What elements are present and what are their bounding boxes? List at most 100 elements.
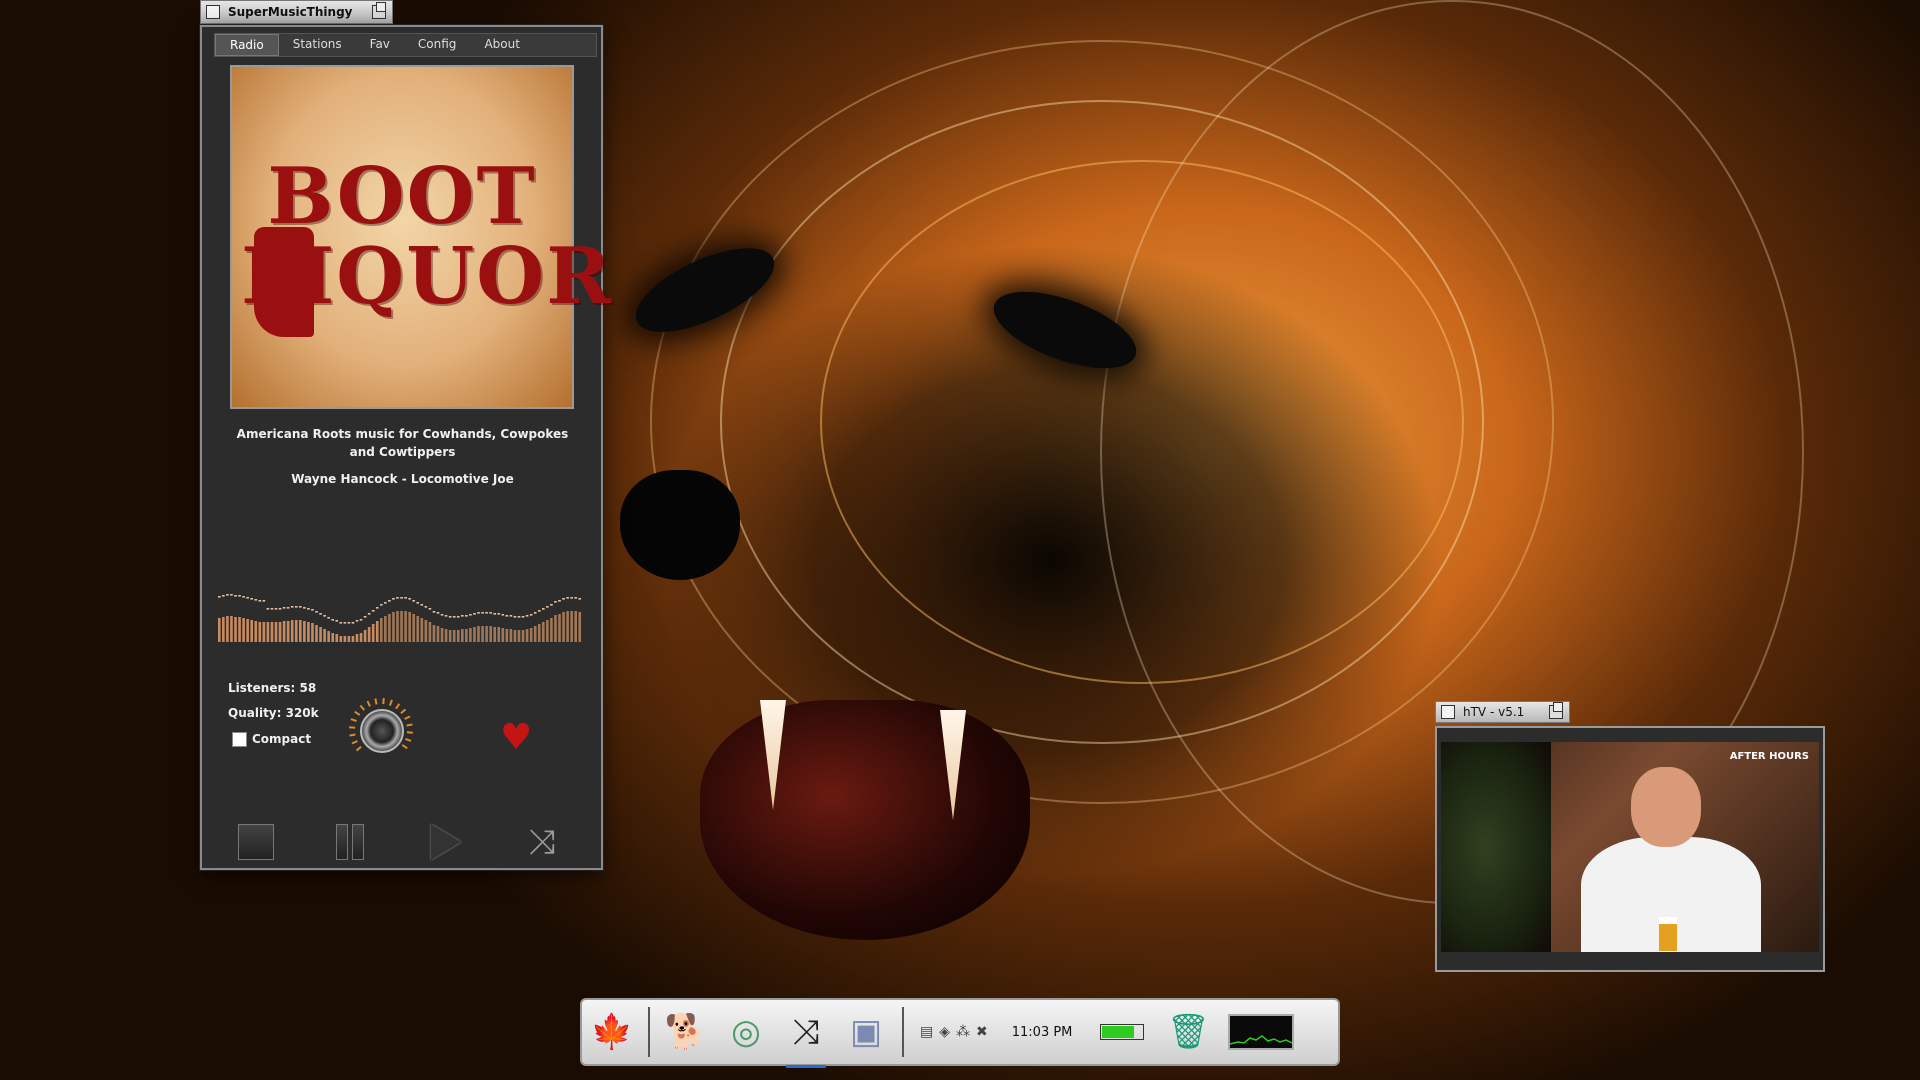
spectrum-bar [432, 625, 436, 642]
nodes-icon[interactable]: ⁂ [956, 1024, 970, 1040]
volume-tick [382, 698, 385, 705]
volume-tick [395, 703, 401, 710]
tab-fav[interactable]: Fav [356, 34, 404, 56]
clock[interactable]: 11:03 PM [1012, 1025, 1073, 1040]
spectrum-peak [384, 602, 387, 604]
window-title: SuperMusicThingy [228, 5, 353, 19]
spectrum-peak [517, 616, 521, 618]
dock-separator [902, 1007, 904, 1057]
cowboy-boot-icon [254, 227, 314, 337]
spectrum-peak [574, 597, 577, 599]
spectrum-bar [388, 614, 391, 642]
restore-icon[interactable] [1549, 702, 1563, 719]
spectrum-bar [359, 633, 363, 642]
spectrum-peak [226, 594, 229, 596]
spectrum-peak [562, 598, 565, 600]
spectrum-bar [509, 629, 513, 642]
spectrum-bar [286, 621, 290, 642]
spectrum-bar [436, 626, 440, 642]
spectrum-bar [266, 622, 270, 642]
spectrum-bar [355, 634, 359, 642]
spectrum-bar [542, 622, 545, 642]
spectrum-peak [230, 594, 233, 596]
spectrum-peak [254, 599, 258, 601]
station-description: Americana Roots music for Cowhands, Cowp… [236, 427, 569, 459]
gimp-icon[interactable]: 🐕 [656, 1002, 716, 1062]
network-icon[interactable]: ◈ [939, 1024, 950, 1040]
disc-icon[interactable]: ◎ [716, 1002, 776, 1062]
favorite-heart-icon[interactable]: ♥ [500, 720, 532, 756]
listeners-count: Listeners: 58 [228, 681, 317, 695]
spectrum-bar [570, 611, 573, 642]
tv-window-titlebar[interactable]: hTV - v5.1 [1435, 701, 1570, 723]
music-window-titlebar[interactable]: SuperMusicThingy [200, 0, 393, 24]
channel-logo: AFTER HOURS [1729, 751, 1809, 762]
taskbar-dock: 🍁 🐕 ◎ ⤨ ▣ ▤ ◈ ⁂ ✖ 11:03 PM 🗑 [580, 998, 1340, 1068]
spectrum-bar [351, 636, 355, 642]
restore-icon[interactable] [372, 2, 386, 19]
spectrum-peak [554, 601, 557, 603]
spectrum-bar [493, 627, 496, 642]
spectrum-peak [432, 611, 436, 613]
spectrum-peak [461, 615, 464, 617]
spectrum-peak [473, 613, 476, 615]
window-menu-icon[interactable] [206, 5, 220, 19]
spectrum-peak [509, 615, 513, 617]
tab-stations[interactable]: Stations [279, 34, 356, 56]
stop-button[interactable] [236, 822, 276, 862]
spectrum-bar [375, 621, 379, 642]
spectrum-peak [485, 612, 488, 614]
tab-bar: Radio Stations Fav Config About [214, 33, 597, 57]
volume-tick [401, 744, 408, 750]
tools-icon[interactable]: ✖ [976, 1024, 988, 1040]
spectrum-peak [505, 615, 509, 617]
spectrum-visualizer [218, 594, 582, 642]
spectrum-bar [371, 624, 375, 642]
spectrum-peak [359, 619, 363, 621]
tab-radio[interactable]: Radio [215, 34, 279, 56]
spectrum-peak [489, 612, 492, 614]
shuffle-button[interactable]: ⤨ [522, 822, 562, 862]
cpu-monitor[interactable] [1228, 1014, 1295, 1050]
spectrum-bar [319, 627, 322, 642]
spectrum-peak [465, 615, 468, 617]
spectrum-peak [469, 614, 472, 616]
spectrum-peak [452, 616, 456, 618]
spectrum-bar [444, 629, 448, 642]
spectrum-peak [521, 616, 525, 618]
spectrum-peak [307, 608, 310, 610]
battery-indicator[interactable] [1100, 1024, 1145, 1040]
spectrum-peak [533, 612, 537, 614]
volume-tick [374, 698, 378, 705]
window-menu-icon[interactable] [1441, 705, 1455, 719]
spectrum-bar [440, 628, 444, 642]
spectrum-bar [392, 612, 395, 642]
spectrum-peak [343, 622, 347, 624]
stream-quality: Quality: 320k [228, 706, 319, 720]
video-screen[interactable]: AFTER HOURS [1441, 742, 1819, 952]
spectrum-bar [416, 616, 420, 642]
spectrum-peak [380, 604, 383, 606]
compact-checkbox[interactable] [232, 732, 247, 747]
maple-leaf-icon[interactable]: 🍁 [582, 1002, 642, 1062]
spectrum-bar [448, 630, 452, 642]
spectrum-bar [278, 622, 282, 642]
spectrum-peak [420, 604, 424, 606]
volume-tick [350, 718, 357, 723]
spectrum-peak [335, 620, 339, 622]
spectrum-bar [218, 618, 221, 642]
spectrum-bar [230, 616, 233, 642]
presenter [1561, 767, 1771, 952]
trash-icon[interactable]: 🗑 [1158, 1002, 1218, 1062]
tab-config[interactable]: Config [404, 34, 471, 56]
window-icon[interactable]: ▣ [836, 1002, 896, 1062]
pause-button[interactable] [330, 822, 370, 862]
spectrum-bar [477, 626, 480, 642]
spectrum-peak [250, 598, 253, 600]
drive-icon[interactable]: ▤ [920, 1024, 933, 1040]
volume-knob[interactable] [360, 709, 404, 753]
shuffle-icon[interactable]: ⤨ [776, 1002, 836, 1068]
play-button[interactable] [426, 822, 466, 862]
tab-about[interactable]: About [470, 34, 533, 56]
spectrum-bar [246, 619, 249, 642]
